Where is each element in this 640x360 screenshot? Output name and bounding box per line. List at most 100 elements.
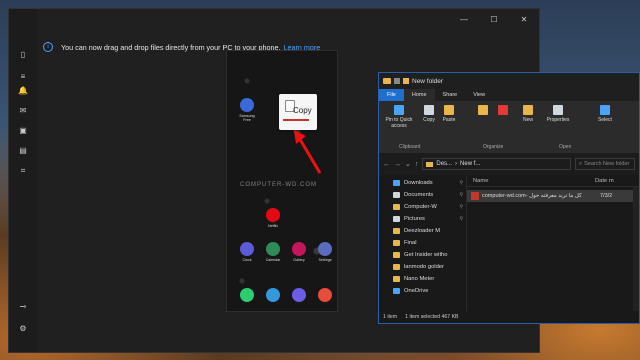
new-label: New — [522, 117, 533, 123]
folder-icon — [393, 216, 400, 222]
folder-icon — [383, 78, 391, 84]
nav-item[interactable]: Deezloader M — [379, 225, 466, 237]
phone-app-label: Gallery — [293, 258, 305, 262]
tab-share[interactable]: Share — [435, 89, 466, 101]
nav-item[interactable]: Final — [379, 237, 466, 249]
dock-app-icon[interactable] — [266, 288, 280, 302]
dock-app-icon[interactable] — [292, 288, 306, 302]
path-box[interactable]: Des... › New f... — [422, 158, 571, 170]
delete-icon — [498, 105, 508, 115]
paste-button[interactable]: Paste — [441, 105, 457, 123]
photos-icon[interactable]: ▣ — [17, 125, 29, 137]
phone-app-icon[interactable] — [318, 242, 332, 256]
properties-button[interactable]: Properties — [543, 105, 573, 123]
delete-button[interactable] — [497, 105, 509, 117]
pinned-icon: ⚲ — [459, 204, 463, 210]
nav-item[interactable]: OneDrive — [379, 285, 466, 297]
pin-icon — [394, 105, 404, 115]
file-list: Name Date m computer-wd.com- کل ما تريد … — [467, 175, 639, 311]
phone-app-icon[interactable] — [292, 242, 306, 256]
forward-icon[interactable]: → — [394, 161, 401, 168]
folder-icon — [393, 180, 400, 186]
tab-home[interactable]: Home — [403, 89, 435, 101]
red-arrow-annotation — [294, 130, 322, 174]
tab-file[interactable]: File — [379, 89, 404, 101]
new-folder-button[interactable]: New — [519, 105, 537, 123]
quick-access-icon[interactable] — [394, 78, 400, 84]
phone-app-icon[interactable] — [266, 242, 280, 256]
settings-icon[interactable]: ⚙ — [17, 323, 29, 335]
file-explorer-window: New folder File Home Share View Pin to Q… — [378, 72, 640, 324]
phone-app-label: Settings — [318, 258, 332, 262]
folder-icon — [393, 240, 400, 246]
close-button[interactable]: ✕ — [509, 9, 539, 31]
phone-app-label: Calendar — [265, 258, 281, 262]
column-name[interactable]: Name — [467, 175, 589, 186]
folder-icon — [393, 192, 400, 198]
nav-item-label: lanmodo golder — [404, 264, 444, 270]
window-controls: — ☐ ✕ — [449, 9, 539, 31]
vertical-scrollbar[interactable] — [633, 187, 639, 311]
path-segment-desktop[interactable]: Des... — [436, 161, 452, 167]
nav-item[interactable]: Downloads ⚲ — [379, 177, 466, 189]
left-rail: ▯ ≡ 🔔 ✉ ▣ ▤ ⌗ ⊸ ⚙ — [9, 9, 37, 352]
phone-app-label: Samsung Free — [239, 114, 255, 122]
pinned-icon: ⚲ — [459, 192, 463, 198]
select-button[interactable]: Select — [595, 105, 615, 123]
phone-app-icon[interactable] — [240, 98, 254, 112]
folder-icon — [393, 252, 400, 258]
apps-icon[interactable]: ▤ — [17, 145, 29, 157]
nav-item[interactable]: Pictures ⚲ — [379, 213, 466, 225]
recent-icon[interactable]: ⌄ — [405, 160, 411, 168]
search-box[interactable]: ⌕ Search New folder — [575, 158, 635, 170]
column-date[interactable]: Date m — [589, 175, 614, 186]
phone-app-icon[interactable] — [266, 208, 280, 222]
pin-icon[interactable]: ⊸ — [17, 301, 29, 313]
paste-icon — [444, 105, 454, 115]
hamburger-icon[interactable]: ≡ — [17, 71, 29, 83]
up-icon[interactable]: ↑ — [415, 161, 419, 168]
phone-screen-mirror[interactable] — [226, 50, 338, 312]
new-folder-icon — [523, 105, 533, 115]
back-icon[interactable]: ← — [383, 161, 390, 168]
info-icon: i — [43, 42, 53, 52]
new-folder-quick-icon[interactable] — [403, 78, 409, 84]
nav-item[interactable]: Nano Meter — [379, 273, 466, 285]
nav-item[interactable]: Get Insider witho — [379, 249, 466, 261]
paste-label: Paste — [442, 117, 456, 123]
move-to-button[interactable] — [477, 105, 489, 117]
group-open: Open — [559, 144, 572, 150]
phone-app-icon[interactable] — [240, 242, 254, 256]
status-bar: 1 item 1 item selected 467 KB — [379, 311, 639, 323]
maximize-button[interactable]: ☐ — [479, 9, 509, 31]
nav-item-label: Computer-W — [404, 204, 437, 210]
copy-button[interactable]: Copy — [421, 105, 437, 123]
nav-item-label: Pictures — [404, 216, 425, 222]
dock-app-icon[interactable] — [318, 288, 332, 302]
copy-underline — [283, 119, 309, 121]
pin-quick-access-button[interactable]: Pin to Quick access — [383, 105, 415, 129]
notifications-icon[interactable]: 🔔 — [17, 85, 29, 97]
path-separator-icon: › — [455, 161, 458, 167]
path-segment-folder[interactable]: New f... — [460, 161, 480, 167]
group-organize: Organize — [483, 144, 504, 150]
nav-item[interactable]: Computer-W ⚲ — [379, 201, 466, 213]
ribbon-tabs: File Home Share View — [379, 89, 639, 101]
nav-item[interactable]: Documents ⚲ — [379, 189, 466, 201]
folder-icon — [393, 288, 400, 294]
phone-app-label: Clock — [242, 258, 252, 262]
calls-icon[interactable]: ⌗ — [17, 165, 29, 177]
dock-app-icon[interactable] — [240, 288, 254, 302]
navigation-pane: Downloads ⚲ Documents ⚲ Computer-W ⚲ Pictures ⚲… — [379, 175, 467, 311]
phone-device-icon[interactable]: ▯ — [17, 49, 29, 61]
nav-item-label: Nano Meter — [404, 276, 435, 282]
nav-item[interactable]: lanmodo golder — [379, 261, 466, 273]
folder-icon — [393, 264, 400, 270]
messages-icon[interactable]: ✉ — [17, 105, 29, 117]
minimize-button[interactable]: — — [449, 9, 479, 31]
phone-app-label: Netflix — [268, 224, 278, 228]
explorer-body: Downloads ⚲ Documents ⚲ Computer-W ⚲ Pictures ⚲… — [379, 175, 639, 311]
file-row[interactable]: computer-wd.com- کل ما تريد معرفته حول 7… — [467, 190, 639, 202]
tab-view[interactable]: View — [465, 89, 493, 101]
nav-item-label: Get Insider witho — [404, 252, 448, 258]
